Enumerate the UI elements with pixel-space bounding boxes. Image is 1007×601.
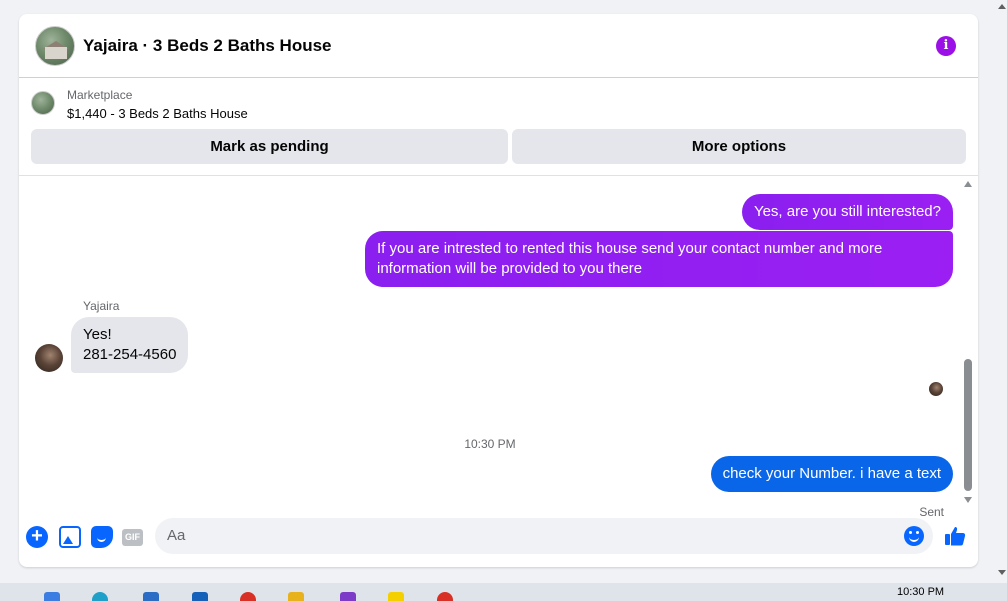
scroll-down-arrow[interactable]	[964, 497, 972, 503]
listing-avatar[interactable]	[35, 26, 75, 66]
taskbar-app-icon[interactable]	[340, 592, 356, 601]
incoming-message-line: Yes!	[83, 326, 112, 343]
info-icon[interactable]: i	[936, 36, 956, 56]
house-shape	[45, 47, 67, 59]
chat-title[interactable]: Yajaira · 3 Beds 2 Baths House	[83, 36, 332, 56]
message-input-box[interactable]	[155, 518, 933, 554]
message-input[interactable]	[167, 527, 897, 544]
store-icon[interactable]	[143, 592, 159, 601]
like-icon[interactable]	[943, 524, 967, 548]
gif-icon[interactable]: GIF	[122, 529, 143, 546]
chat-header: Yajaira · 3 Beds 2 Baths House i	[19, 14, 978, 78]
scroll-up-arrow[interactable]	[964, 181, 972, 187]
taskbar-app-icon[interactable]	[44, 592, 60, 601]
scroll-thumb[interactable]	[964, 359, 972, 491]
emoji-icon[interactable]	[904, 526, 924, 546]
page-scroll-down-arrow[interactable]	[998, 570, 1006, 575]
os-taskbar: 10:30 PM	[0, 583, 1007, 601]
listing-price-title[interactable]: $1,440 - 3 Beds 2 Baths House	[67, 106, 248, 121]
message-thread[interactable]: Yes, are you still interested? If you ar…	[19, 177, 978, 519]
sticky-notes-icon[interactable]	[388, 592, 404, 601]
chrome-icon[interactable]	[240, 592, 256, 601]
page-scroll-up-arrow[interactable]	[998, 4, 1006, 9]
plus-icon[interactable]: +	[26, 526, 48, 548]
time-separator: 10:30 PM	[464, 437, 516, 451]
more-options-button[interactable]: More options	[512, 129, 966, 164]
listing-panel: Marketplace $1,440 - 3 Beds 2 Baths Hous…	[19, 79, 978, 176]
seen-receipt-avatar	[929, 382, 943, 396]
outgoing-message[interactable]: check your Number. i have a text	[710, 456, 953, 492]
thread-scrollbar[interactable]	[961, 181, 974, 506]
mark-as-pending-button[interactable]: Mark as pending	[31, 129, 508, 164]
sticker-icon[interactable]	[91, 526, 113, 548]
chrome-icon[interactable]	[437, 592, 453, 601]
outgoing-message[interactable]: If you are intrested to rented this hous…	[365, 231, 953, 287]
page-scrollbar[interactable]	[996, 4, 1007, 579]
chat-window: Yajaira · 3 Beds 2 Baths House i Marketp…	[19, 14, 978, 567]
listing-source: Marketplace	[67, 88, 133, 102]
edge-icon[interactable]	[92, 592, 108, 601]
listing-thumbnail[interactable]	[31, 91, 55, 115]
sender-avatar[interactable]	[35, 344, 63, 372]
folder-icon[interactable]	[288, 592, 304, 601]
incoming-message-line: 281-254-4560	[83, 346, 177, 363]
taskbar-clock[interactable]: 10:30 PM	[897, 586, 944, 598]
message-composer: + GIF	[19, 512, 978, 567]
outgoing-message[interactable]: Yes, are you still interested?	[741, 194, 953, 230]
photo-icon[interactable]	[59, 526, 81, 548]
incoming-message[interactable]: Yes! 281-254-4560	[71, 317, 189, 373]
taskbar-app-icon[interactable]	[192, 592, 208, 601]
incoming-sender-name: Yajaira	[83, 299, 120, 313]
